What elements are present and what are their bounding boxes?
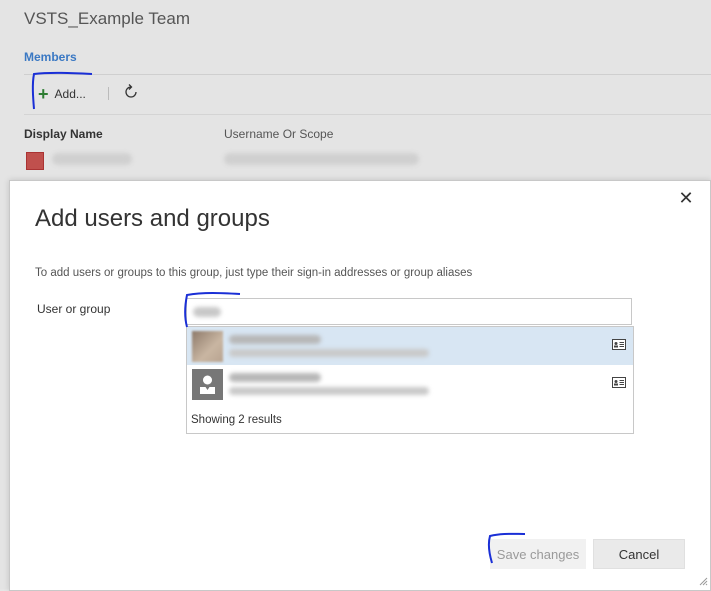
close-icon[interactable]: ✕ [677,189,695,207]
team-title: VSTS_Example Team [24,9,190,28]
resize-grip-icon[interactable] [698,576,708,586]
results-count: Showing 2 results [191,414,282,426]
generic-user-avatar-icon [192,369,223,400]
dialog-title: Add users and groups [35,205,270,232]
column-header-username-scope[interactable]: Username Or Scope [224,127,333,141]
result-name-redacted [229,335,321,344]
plus-icon: + [38,84,49,104]
contact-card-icon[interactable] [612,377,626,388]
member-avatar [26,152,44,170]
user-photo-avatar [192,331,223,362]
add-users-dialog: ✕ Add users and groups To add users or g… [9,180,711,591]
result-email-redacted [229,349,429,357]
add-member-button[interactable]: + Add... [38,84,86,104]
user-or-group-label: User or group [37,302,111,316]
add-member-label: Add... [54,87,86,101]
toolbar-separator [108,87,109,100]
search-results-list: Showing 2 results [186,326,634,434]
contact-card-icon[interactable] [612,339,626,350]
save-changes-button[interactable]: Save changes [490,539,586,569]
result-name-redacted [229,373,321,382]
dialog-description: To add users or groups to this group, ju… [35,267,473,279]
cancel-button[interactable]: Cancel [593,539,685,569]
search-result-item[interactable] [187,327,633,365]
toolbar-divider-bottom [24,114,711,115]
search-result-item[interactable] [187,365,633,403]
result-email-redacted [229,387,429,395]
member-scope-redacted [224,153,419,165]
toolbar-divider-top [24,74,711,75]
refresh-icon[interactable] [121,82,141,102]
member-name-redacted [52,153,132,165]
column-header-display-name[interactable]: Display Name [24,127,103,141]
tab-members[interactable]: Members [24,50,77,64]
typed-query-redacted [193,307,221,317]
user-or-group-input[interactable] [186,298,632,325]
